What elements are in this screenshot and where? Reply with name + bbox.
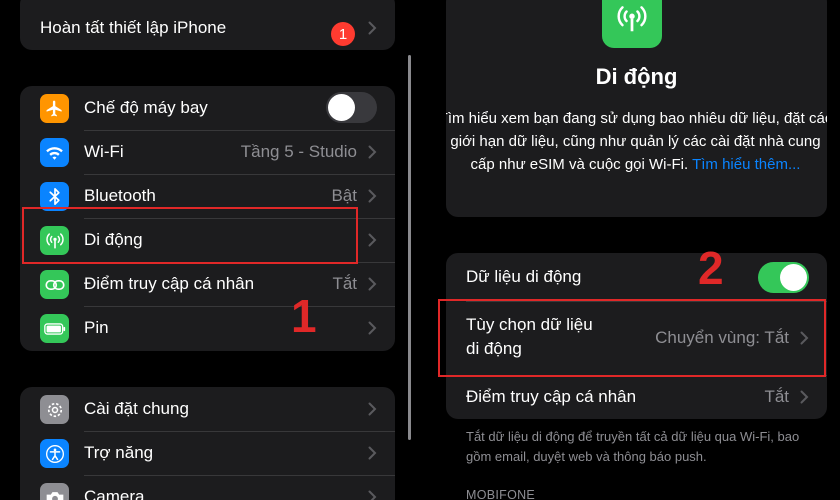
cellular-data-label: Dữ liệu di động (466, 267, 582, 286)
cellular-info-card: Di động Tìm hiểu xem bạn đang sử dụng ba… (446, 0, 827, 217)
chevron-right-icon (368, 446, 377, 460)
chevron-right-icon (368, 189, 377, 203)
bluetooth-value: Bật (331, 186, 357, 205)
chevron-right-icon (368, 321, 377, 335)
general-group: Cài đặt chung Trợ năng Camera (20, 387, 395, 500)
wifi-label: Wi-Fi (84, 142, 124, 161)
personal-hotspot-value: Tắt (332, 274, 357, 293)
general-row[interactable]: Cài đặt chung (20, 387, 395, 431)
scrollbar[interactable] (408, 55, 411, 440)
gear-icon (40, 395, 69, 424)
camera-label: Camera (84, 487, 145, 500)
finish-setup-row[interactable]: Hoàn tất thiết lập iPhone 1 (20, 6, 395, 50)
highlight-box-cellular (22, 207, 358, 264)
airplane-mode-row: Chế độ máy bay (20, 86, 395, 130)
chevron-right-icon (368, 402, 377, 416)
wifi-network-value: Tầng 5 - Studio (240, 142, 357, 161)
hotspot-link-icon (40, 270, 69, 299)
personal-hotspot-label: Điểm truy cập cá nhân (84, 274, 255, 293)
step-marker-2: 2 (698, 242, 724, 294)
wifi-icon (40, 138, 69, 167)
step-marker-1: 1 (291, 290, 317, 342)
chevron-right-icon (368, 145, 377, 159)
airplane-icon (40, 94, 69, 123)
personal-hotspot-row[interactable]: Điểm truy cập cá nhân Tắt (20, 262, 395, 306)
accessibility-icon (40, 439, 69, 468)
battery-label: Pin (84, 318, 109, 337)
learn-more-link[interactable]: Tìm hiểu thêm... (692, 156, 800, 173)
bluetooth-label: Bluetooth (84, 186, 156, 205)
chevron-right-icon (800, 390, 809, 404)
personal-hotspot-value-detail: Tắt (764, 387, 789, 406)
cellular-footer-note: Tắt dữ liệu di động để truyền tất cả dữ … (466, 429, 800, 464)
airplane-mode-label: Chế độ máy bay (84, 98, 208, 117)
header-description: Tìm hiểu xem bạn đang sử dụng bao nhiêu … (446, 107, 827, 176)
chevron-right-icon (368, 277, 377, 291)
battery-icon (40, 314, 69, 343)
chevron-right-icon (368, 21, 377, 35)
cellular-data-toggle[interactable] (758, 262, 809, 293)
wifi-row[interactable]: Wi-Fi Tầng 5 - Studio (20, 130, 395, 174)
highlight-box-data-options (438, 299, 826, 377)
chevron-right-icon (368, 490, 377, 500)
general-label: Cài đặt chung (84, 399, 189, 418)
header-title: Di động (595, 64, 678, 89)
accessibility-label: Trợ năng (84, 443, 154, 462)
battery-row[interactable]: Pin (20, 306, 395, 350)
camera-row[interactable]: Camera (20, 475, 395, 500)
settings-list-panel: Hoàn tất thiết lập iPhone 1 Chế độ máy b… (0, 0, 412, 500)
cellular-data-row: Dữ liệu di động (446, 253, 827, 301)
setup-group: Hoàn tất thiết lập iPhone 1 (20, 0, 395, 50)
cellular-app-icon (602, 0, 662, 48)
chevron-right-icon (368, 233, 377, 247)
notification-badge: 1 (331, 22, 355, 46)
cellular-detail-panel: Di động Tìm hiểu xem bạn đang sử dụng ba… (428, 0, 840, 500)
accessibility-row[interactable]: Trợ năng (20, 431, 395, 475)
finish-setup-label: Hoàn tất thiết lập iPhone (40, 18, 227, 37)
camera-icon (40, 483, 69, 500)
personal-hotspot-label-detail: Điểm truy cập cá nhân (466, 387, 637, 406)
carrier-section-header: MOBIFONE (466, 488, 536, 500)
airplane-mode-toggle[interactable] (326, 92, 377, 123)
personal-hotspot-row-detail[interactable]: Điểm truy cập cá nhân Tắt (446, 375, 827, 419)
